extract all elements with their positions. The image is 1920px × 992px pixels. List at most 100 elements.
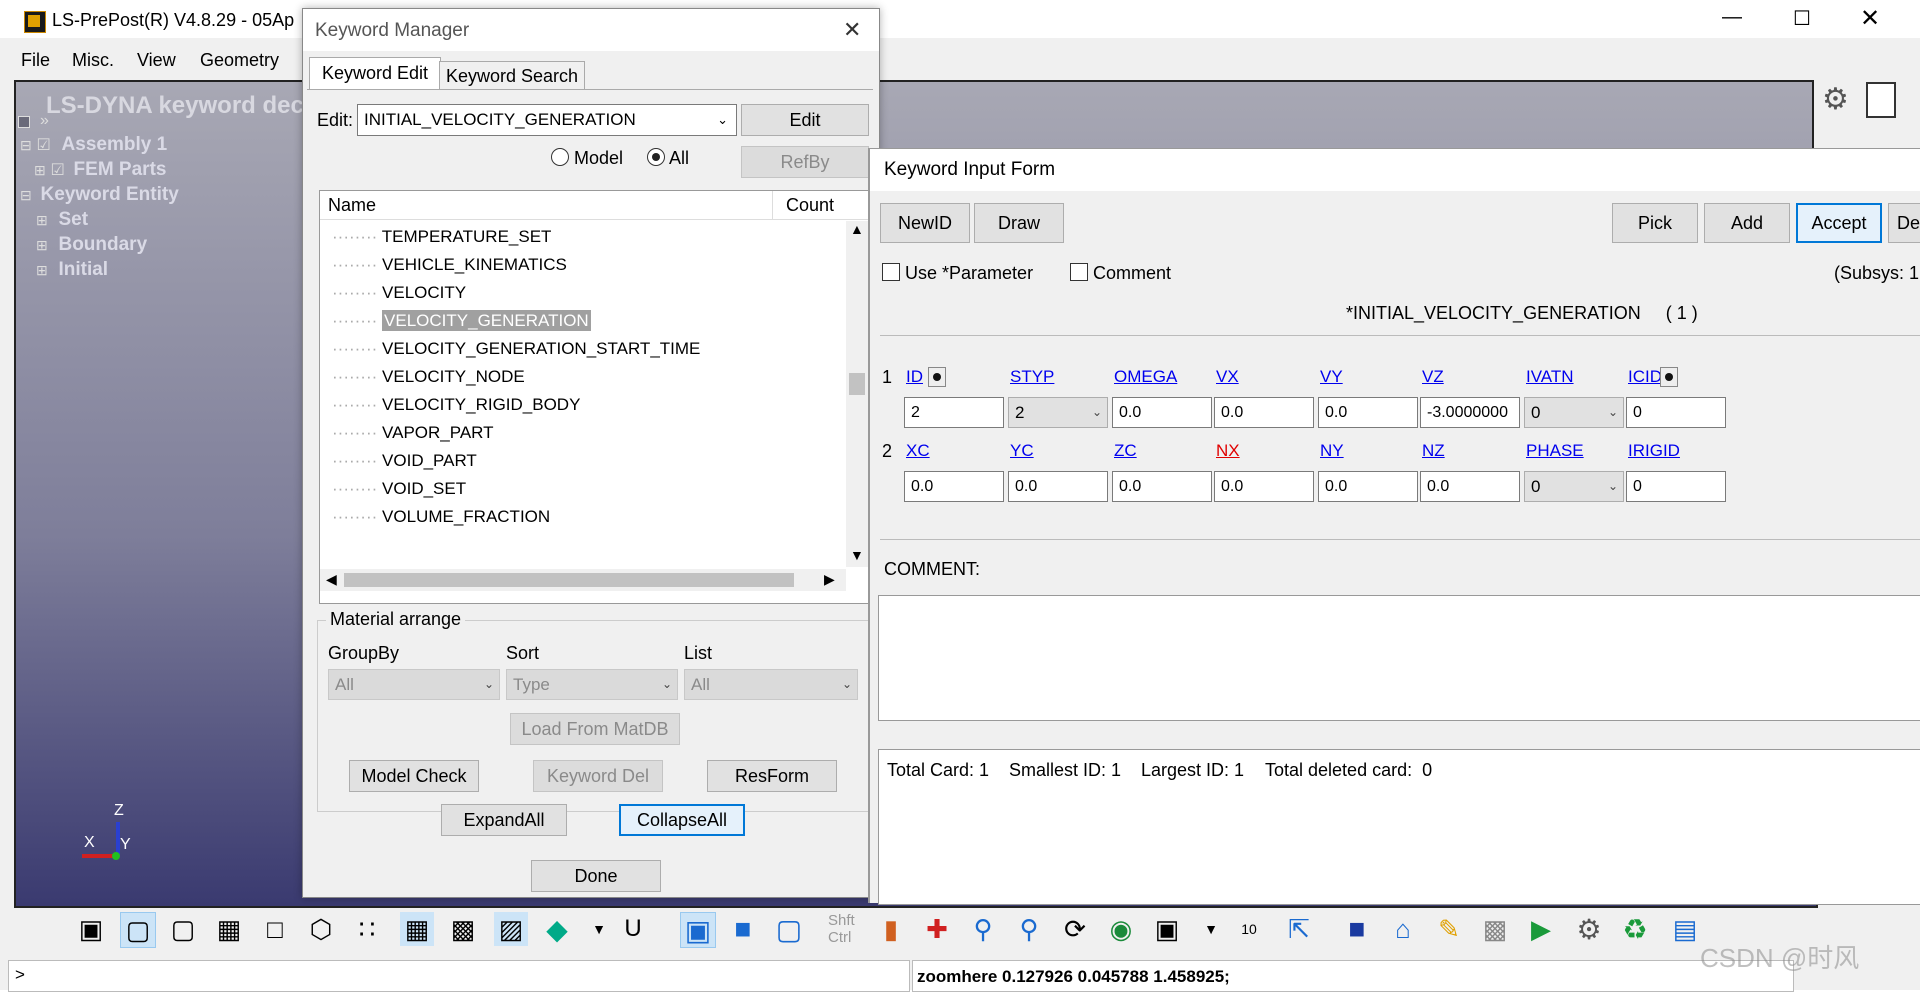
model-check-button[interactable]: Model Check bbox=[349, 760, 479, 792]
list-item[interactable]: ········ VELOCITY_RIGID_BODY bbox=[332, 395, 580, 415]
radio-all[interactable]: All bbox=[647, 148, 689, 169]
sort-select[interactable]: Type ⌄ bbox=[506, 669, 678, 700]
ivatn-select[interactable]: 0 ⌄ bbox=[1524, 397, 1624, 428]
vx-input[interactable]: 0.0 bbox=[1214, 397, 1314, 428]
menu-misc[interactable]: Misc. bbox=[72, 50, 114, 71]
field-label-vx[interactable]: VX bbox=[1216, 367, 1239, 387]
tree-node-initial[interactable]: ⊞ Initial bbox=[36, 259, 108, 281]
tree-node-boundary[interactable]: ⊞ Boundary bbox=[36, 234, 147, 256]
vy-input[interactable]: 0.0 bbox=[1318, 397, 1418, 428]
eraser-icon[interactable]: ▮ bbox=[874, 912, 908, 946]
done-button[interactable]: Done bbox=[531, 860, 661, 892]
pick-button[interactable]: Pick bbox=[1612, 203, 1698, 243]
play-icon[interactable]: ▶ bbox=[1524, 912, 1558, 946]
list-item[interactable]: ········ VAPOR_PART bbox=[332, 423, 494, 443]
resform-button[interactable]: ResForm bbox=[707, 760, 837, 792]
use-parameter-checkbox[interactable]: Use *Parameter bbox=[882, 263, 1033, 284]
hidden-line-icon[interactable]: □ bbox=[258, 912, 292, 946]
edit-button[interactable]: Edit bbox=[741, 104, 869, 136]
field-label-yc[interactable]: YC bbox=[1010, 441, 1034, 461]
checkbox-icon[interactable]: ☑ bbox=[50, 162, 64, 179]
grid-cube-icon[interactable]: ▦ bbox=[400, 912, 434, 946]
tab-keyword-search[interactable]: Keyword Search bbox=[439, 61, 585, 90]
dropdown-arrow-icon[interactable]: ▼ bbox=[582, 912, 616, 946]
pan-icon[interactable]: ✚ bbox=[920, 912, 954, 946]
point-cloud-icon[interactable]: ∷ bbox=[350, 912, 384, 946]
load-from-matdb-button[interactable]: Load From MatDB bbox=[510, 713, 680, 745]
list-item[interactable]: ········ VELOCITY_NODE bbox=[332, 367, 525, 387]
zoom-in-icon[interactable]: ⚲ bbox=[966, 912, 1000, 946]
tree-node-keyword-entity[interactable]: ⊟ Keyword Entity bbox=[20, 184, 179, 206]
close-icon[interactable]: ✕ bbox=[843, 17, 861, 43]
keyword-edit-combo[interactable]: INITIAL_VELOCITY_GENERATION ⌄ bbox=[357, 104, 737, 136]
field-label-irigid[interactable]: IRIGID bbox=[1628, 441, 1680, 461]
maximize-button[interactable]: ☐ bbox=[1782, 6, 1822, 32]
checkbox-icon[interactable]: ☑ bbox=[36, 137, 50, 154]
groupby-select[interactable]: All ⌄ bbox=[328, 669, 500, 700]
nz-input[interactable]: 0.0 bbox=[1420, 471, 1520, 502]
accept-button[interactable]: Accept bbox=[1796, 203, 1882, 243]
irigid-input[interactable]: 0 bbox=[1626, 471, 1726, 502]
collapse-all-button[interactable]: CollapseAll bbox=[619, 804, 745, 836]
cube-render-icon[interactable]: ▣ bbox=[74, 912, 108, 946]
field-label-id[interactable]: ID bbox=[906, 367, 923, 387]
omega-input[interactable]: 0.0 bbox=[1112, 397, 1212, 428]
toggle-icon[interactable] bbox=[1866, 82, 1896, 118]
column-header-name[interactable]: Name bbox=[328, 195, 376, 216]
scroll-thumb[interactable] bbox=[849, 373, 865, 395]
rotate-icon[interactable]: ⟳ bbox=[1058, 912, 1092, 946]
field-label-styp[interactable]: STYP bbox=[1010, 367, 1054, 387]
list-item[interactable]: ········ VEHICLE_KINEMATICS bbox=[332, 255, 567, 275]
id-input[interactable]: 2 bbox=[904, 397, 1004, 428]
checker-icon[interactable]: ▩ bbox=[1478, 912, 1512, 946]
phase-select[interactable]: 0 ⌄ bbox=[1524, 471, 1624, 502]
expand-all-button[interactable]: ExpandAll bbox=[441, 804, 567, 836]
newid-button[interactable]: NewID bbox=[880, 203, 970, 243]
field-label-zc[interactable]: ZC bbox=[1114, 441, 1137, 461]
icid-input[interactable]: 0 bbox=[1626, 397, 1726, 428]
menu-view[interactable]: View bbox=[137, 50, 176, 71]
keyword-del-button[interactable]: Keyword Del bbox=[533, 760, 663, 792]
tab-keyword-edit[interactable]: Keyword Edit bbox=[309, 57, 441, 90]
field-label-vz[interactable]: VZ bbox=[1422, 367, 1444, 387]
refby-button[interactable]: RefBy bbox=[741, 146, 869, 178]
list-item[interactable]: ········ VELOCITY bbox=[332, 283, 466, 303]
id-picker-icon[interactable] bbox=[928, 367, 946, 387]
field-label-icid[interactable]: ICID bbox=[1628, 367, 1662, 387]
field-label-ny[interactable]: NY bbox=[1320, 441, 1344, 461]
column-header-count[interactable]: Count bbox=[786, 195, 834, 216]
list-item-selected[interactable]: ········ VELOCITY_GENERATION bbox=[332, 310, 591, 331]
blue-cube-icon[interactable]: ▣ bbox=[680, 912, 716, 948]
scroll-right-icon[interactable]: ▶ bbox=[824, 571, 835, 588]
recycle-icon[interactable]: ♻ bbox=[1618, 912, 1652, 946]
wire-cube-icon[interactable]: ▢ bbox=[166, 912, 200, 946]
menu-geometry[interactable]: Geometry bbox=[200, 50, 279, 71]
comment-checkbox[interactable]: Comment bbox=[1070, 263, 1171, 284]
annotate-icon[interactable]: ✎ bbox=[1432, 912, 1466, 946]
list-select[interactable]: All ⌄ bbox=[684, 669, 858, 700]
field-label-xc[interactable]: XC bbox=[906, 441, 930, 461]
list-item[interactable]: ········ VOID_PART bbox=[332, 451, 477, 471]
mesh-shaded-icon[interactable]: ▩ bbox=[446, 912, 480, 946]
field-label-vy[interactable]: VY bbox=[1320, 367, 1343, 387]
menu-file[interactable]: File bbox=[21, 50, 50, 71]
globe-icon[interactable]: ◉ bbox=[1104, 912, 1138, 946]
wire-box-icon[interactable]: ▢ bbox=[772, 912, 806, 946]
solid-cube-icon[interactable]: ■ bbox=[726, 912, 760, 946]
tree-expand-icon[interactable]: » bbox=[40, 112, 49, 130]
u-icon[interactable]: U bbox=[616, 912, 650, 946]
field-label-nx[interactable]: NX bbox=[1216, 441, 1240, 461]
vertical-scrollbar[interactable]: ▲ ▼ bbox=[846, 221, 868, 567]
radio-model[interactable]: Model bbox=[551, 148, 623, 169]
tree-node-set[interactable]: ⊞ Set bbox=[36, 209, 88, 231]
styp-select[interactable]: 2 ⌄ bbox=[1008, 397, 1108, 428]
outline-cube-icon[interactable]: ⬡ bbox=[304, 912, 338, 946]
ny-input[interactable]: 0.0 bbox=[1318, 471, 1418, 502]
scroll-left-icon[interactable]: ◀ bbox=[326, 571, 337, 588]
minimize-button[interactable]: — bbox=[1712, 6, 1752, 32]
command-input[interactable]: > bbox=[8, 960, 910, 992]
field-label-nz[interactable]: NZ bbox=[1422, 441, 1445, 461]
mesh-cube-icon[interactable]: ▦ bbox=[212, 912, 246, 946]
axis-icon[interactable]: ⇱ bbox=[1282, 912, 1316, 946]
tree-toggle-icon[interactable] bbox=[18, 116, 30, 128]
